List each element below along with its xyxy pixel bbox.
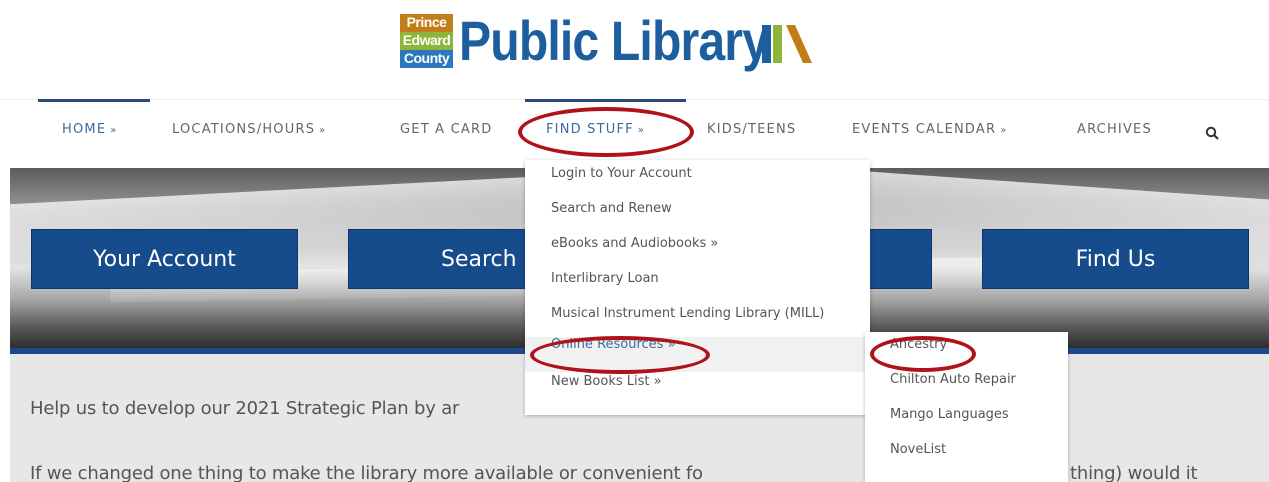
nav-label: EVENTS CALENDAR bbox=[852, 122, 997, 137]
question-paragraph: If we changed one thing to make the libr… bbox=[30, 463, 703, 482]
strategic-plan-paragraph: Help us to develop our 2021 Strategic Pl… bbox=[30, 398, 460, 419]
submenu-item-chilton[interactable]: Chilton Auto Repair bbox=[865, 372, 1068, 407]
menu-item-online-resources[interactable]: Online Resources » bbox=[525, 337, 870, 372]
logo-block-line-2: Edward bbox=[400, 32, 453, 50]
nav-item-archives[interactable]: ARCHIVES bbox=[1077, 122, 1152, 137]
logo-title: Public Library bbox=[459, 9, 769, 72]
chevron-down-icon: » bbox=[319, 125, 327, 136]
nav-label: ARCHIVES bbox=[1077, 122, 1152, 137]
find-stuff-dropdown: Login to Your Account Search and Renew e… bbox=[525, 160, 870, 415]
chevron-down-icon: » bbox=[110, 125, 118, 136]
submenu-item-mango[interactable]: Mango Languages bbox=[865, 407, 1068, 442]
nav-label: GET A CARD bbox=[400, 122, 493, 137]
chevron-down-icon: » bbox=[1000, 125, 1008, 136]
logo-block-line-1: Prince bbox=[400, 14, 453, 32]
library-logo[interactable]: Prince Edward County Public Library bbox=[400, 9, 813, 72]
nav-item-get-a-card[interactable]: GET A CARD bbox=[400, 122, 492, 137]
question-paragraph-tail: thing) would it bbox=[1070, 463, 1198, 482]
nav-label: FIND STUFF bbox=[546, 122, 634, 137]
menu-item-login[interactable]: Login to Your Account bbox=[525, 166, 870, 201]
nav-active-marker-home bbox=[38, 99, 150, 102]
main-nav: HOME» LOCATIONS/HOURS» GET A CARD FIND S… bbox=[0, 122, 1269, 146]
nav-item-locations-hours[interactable]: LOCATIONS/HOURS» bbox=[172, 122, 326, 137]
nav-label: KIDS/TEENS bbox=[707, 122, 797, 137]
menu-item-ebooks-audiobooks[interactable]: eBooks and Audiobooks » bbox=[525, 236, 870, 271]
chevron-down-icon: » bbox=[637, 125, 646, 136]
logo-block-line-3: County bbox=[400, 50, 453, 68]
menu-item-new-books-list[interactable]: New Books List » bbox=[525, 374, 870, 409]
menu-item-mill[interactable]: Musical Instrument Lending Library (MILL… bbox=[525, 306, 870, 341]
logo-color-blocks: Prince Edward County bbox=[400, 14, 453, 68]
search-icon[interactable] bbox=[1205, 126, 1219, 140]
nav-item-events-calendar[interactable]: EVENTS CALENDAR» bbox=[852, 122, 1008, 137]
find-us-button[interactable]: Find Us bbox=[982, 229, 1249, 289]
submenu-item-ancestry[interactable]: Ancestry bbox=[865, 337, 1068, 372]
nav-item-home[interactable]: HOME» bbox=[62, 122, 118, 137]
nav-item-find-stuff[interactable]: FIND STUFF» bbox=[546, 122, 645, 137]
menu-item-interlibrary-loan[interactable]: Interlibrary Loan bbox=[525, 271, 870, 306]
nav-active-marker-find-stuff bbox=[525, 99, 686, 102]
submenu-item-novelist[interactable]: NoveList bbox=[865, 442, 1068, 477]
your-account-button[interactable]: Your Account bbox=[31, 229, 298, 289]
online-resources-submenu: Ancestry Chilton Auto Repair Mango Langu… bbox=[865, 332, 1068, 482]
book-bars-icon bbox=[762, 25, 813, 63]
nav-label: LOCATIONS/HOURS bbox=[172, 122, 316, 137]
nav-item-kids-teens[interactable]: KIDS/TEENS bbox=[707, 122, 796, 137]
nav-label: HOME bbox=[62, 122, 107, 137]
menu-item-search-renew[interactable]: Search and Renew bbox=[525, 201, 870, 236]
